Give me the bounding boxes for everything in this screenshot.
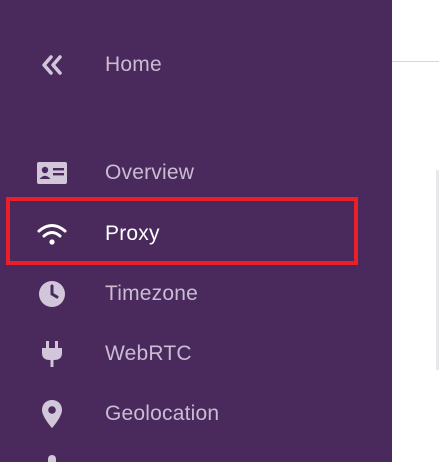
sidebar-item-label: Proxy: [105, 222, 160, 245]
sidebar: Home Overview Proxy Timezone WebRTC Geol…: [0, 0, 392, 462]
content-area: [392, 0, 439, 462]
sidebar-item-label: Home: [105, 53, 162, 76]
sidebar-item-label: WebRTC: [105, 342, 192, 365]
sidebar-item-home[interactable]: Home: [0, 40, 392, 90]
location-pin-icon: [34, 396, 70, 432]
sidebar-item-timezone[interactable]: Timezone: [0, 269, 392, 319]
next-item-icon-fragment: [48, 455, 56, 462]
sidebar-item-webrtc[interactable]: WebRTC: [0, 329, 392, 379]
wifi-icon: [34, 216, 70, 252]
sidebar-item-label: Geolocation: [105, 402, 220, 425]
sidebar-item-geolocation[interactable]: Geolocation: [0, 389, 392, 439]
sidebar-item-overview[interactable]: Overview: [0, 148, 392, 198]
sidebar-item-label: Overview: [105, 161, 195, 184]
double-chevron-left-icon: [34, 47, 70, 83]
clock-icon: [34, 276, 70, 312]
plug-icon: [34, 336, 70, 372]
sidebar-item-proxy[interactable]: Proxy: [0, 209, 392, 259]
header-divider: [392, 61, 439, 62]
id-card-icon: [34, 155, 70, 191]
sidebar-item-label: Timezone: [105, 282, 199, 305]
